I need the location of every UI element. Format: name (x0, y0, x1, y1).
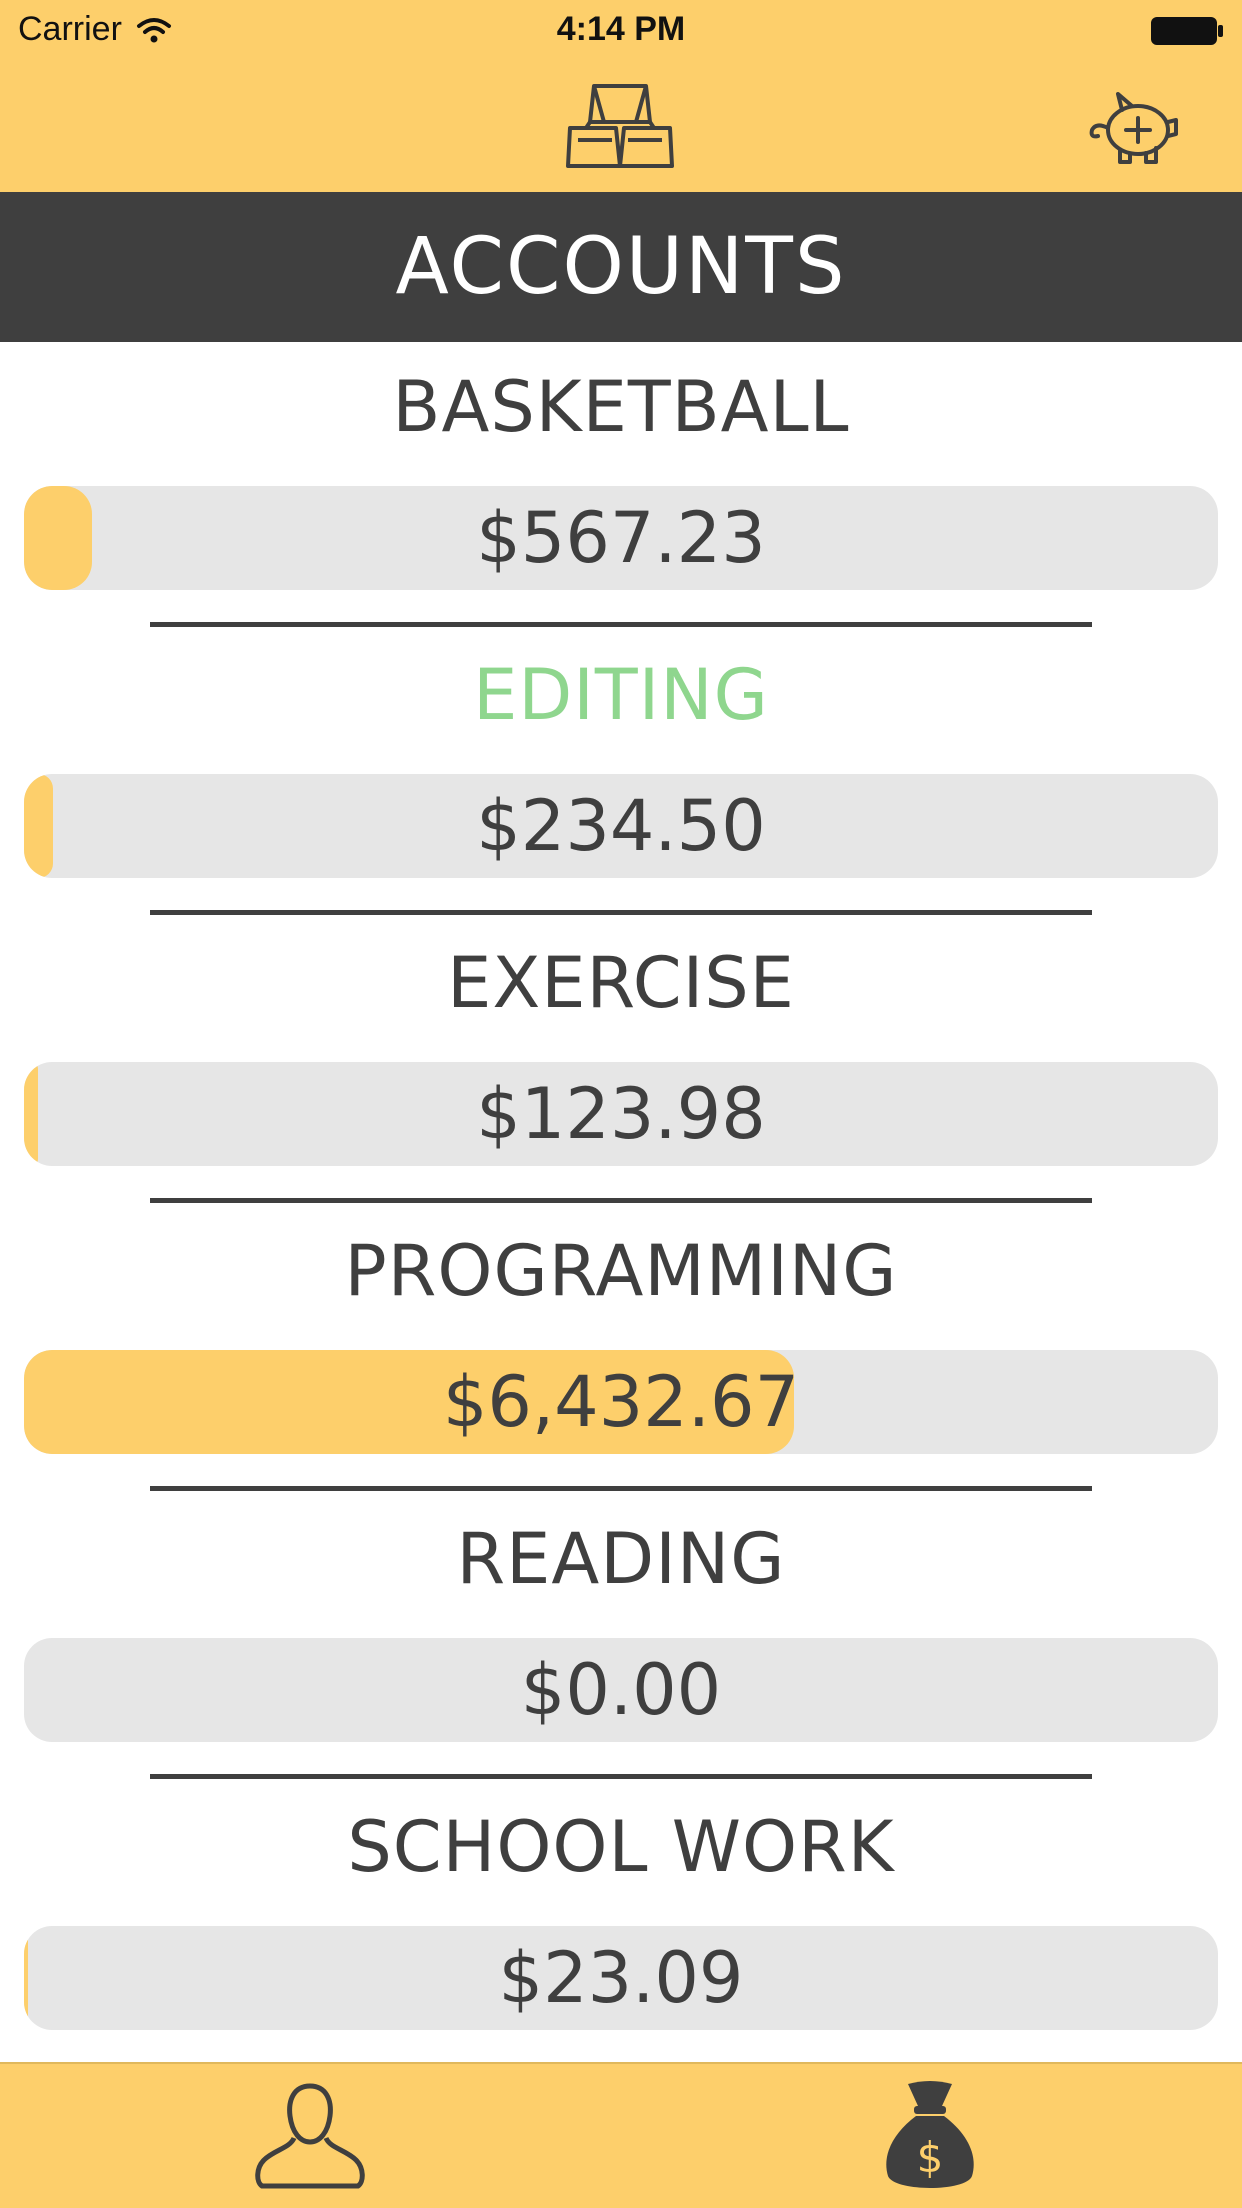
account-name: READING (456, 1518, 786, 1600)
battery-icon (1151, 17, 1223, 45)
accounts-screen: Carrier 4:14 PM ACCOUNTS BASKETBALL $567… (0, 0, 1242, 2208)
balance-progress-bar: $567.23 (24, 486, 1218, 590)
account-balance: $23.09 (498, 1937, 744, 2019)
account-name: SCHOOL WORK (347, 1806, 895, 1888)
balance-progress-bar: $23.09 (24, 1926, 1218, 2030)
money-bag-icon[interactable]: $ (880, 2076, 980, 2198)
account-item-reading[interactable]: READING $0.00 (0, 1494, 1242, 1782)
account-balance: $567.23 (476, 497, 766, 579)
account-name: EDITING (473, 654, 769, 736)
divider (150, 910, 1092, 915)
top-bar: Carrier 4:14 PM (0, 0, 1242, 192)
account-list: BASKETBALL $567.23 EDITING $234.50 EXERC… (0, 342, 1242, 2062)
account-item-school-work[interactable]: SCHOOL WORK $23.09 (0, 1782, 1242, 2070)
account-balance: $0.00 (520, 1649, 722, 1731)
balance-progress-bar: $0.00 (24, 1638, 1218, 1742)
status-bar: Carrier 4:14 PM (0, 0, 1242, 60)
account-name: EXERCISE (447, 942, 795, 1024)
person-icon[interactable] (250, 2078, 370, 2198)
page-title: ACCOUNTS (395, 222, 847, 312)
account-item-basketball[interactable]: BASKETBALL $567.23 (0, 342, 1242, 630)
balance-progress-bar: $6,432.67 (24, 1350, 1218, 1454)
gold-bars-icon (566, 84, 674, 168)
tab-bar: $ (0, 2062, 1242, 2208)
account-name: PROGRAMMING (344, 1230, 898, 1312)
account-item-exercise[interactable]: EXERCISE $123.98 (0, 918, 1242, 1206)
account-item-editing[interactable]: EDITING $234.50 (0, 630, 1242, 918)
balance-progress-bar: $234.50 (24, 774, 1218, 878)
divider (150, 622, 1092, 627)
divider (150, 1198, 1092, 1203)
account-balance: $6,432.67 (442, 1361, 800, 1443)
title-band: ACCOUNTS (0, 192, 1242, 342)
account-item-programming[interactable]: PROGRAMMING $6,432.67 (0, 1206, 1242, 1494)
status-time: 4:14 PM (556, 10, 686, 48)
account-name: BASKETBALL (392, 366, 850, 448)
svg-text:$: $ (917, 2133, 944, 2182)
divider (150, 1486, 1092, 1491)
account-balance: $234.50 (476, 785, 766, 867)
balance-progress-bar: $123.98 (24, 1062, 1218, 1166)
divider (150, 1774, 1092, 1779)
account-balance: $123.98 (476, 1073, 766, 1155)
add-account-button[interactable] (1082, 84, 1182, 168)
